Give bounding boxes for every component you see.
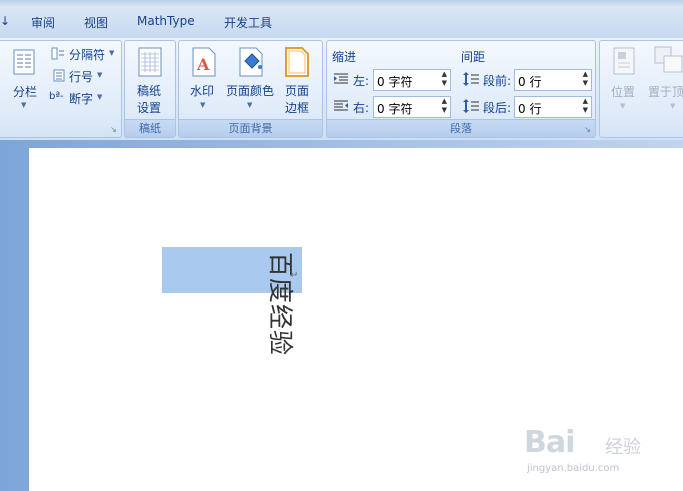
spin-up-icon[interactable]: ▲: [442, 70, 447, 78]
menu-bar: ↓ 审阅 视图 MathType 开发工具: [0, 0, 683, 39]
hyphenation-icon: bª-: [49, 91, 64, 102]
page-color-button[interactable]: 页面颜色: [226, 82, 274, 99]
manuscript-group-label: 稿纸: [125, 119, 175, 137]
watermark-dropdown-icon[interactable]: ▼: [200, 101, 205, 109]
spacing-after-label: 段后:: [483, 101, 512, 115]
page-background-group-label: 页面背景: [179, 119, 322, 137]
tab-view[interactable]: 视图: [84, 14, 108, 31]
columns-dropdown-icon[interactable]: ▼: [21, 101, 26, 109]
paragraph-mark-icon: ↵: [290, 270, 299, 281]
bring-to-front-button[interactable]: 置于顶: [648, 83, 683, 100]
line-numbers-button[interactable]: 行号: [69, 68, 93, 85]
page-color-icon: [239, 47, 263, 77]
spacing-before-input[interactable]: 0 行 ▲ ▼: [514, 69, 592, 91]
watermark-icon: A: [192, 47, 216, 77]
tab-partial[interactable]: ↓: [0, 14, 10, 28]
indent-right-label: 右:: [353, 101, 370, 115]
spin-down-icon[interactable]: ▼: [442, 79, 447, 87]
vertical-text[interactable]: 百度经验: [264, 252, 300, 356]
spin-up-icon[interactable]: ▲: [583, 97, 588, 105]
columns-button[interactable]: 分栏: [13, 83, 37, 100]
bring-to-front-icon: [654, 46, 683, 73]
line-numbers-dropdown-icon[interactable]: ▼: [97, 71, 102, 79]
indent-title: 缩进: [332, 50, 357, 64]
indent-right-value: 0 字符: [377, 102, 413, 116]
bring-to-front-dropdown-icon[interactable]: ▼: [670, 102, 675, 110]
breaks-button[interactable]: 分隔符: [69, 46, 105, 63]
tab-mathtype[interactable]: MathType: [137, 14, 195, 28]
page-setup-launcher-icon[interactable]: ↘: [109, 125, 118, 134]
baidu-watermark-jingyan: 经验: [605, 437, 641, 458]
breaks-dropdown-icon[interactable]: ▼: [109, 49, 114, 57]
columns-icon: [13, 49, 35, 75]
paragraph-launcher-icon[interactable]: ↘: [583, 125, 592, 134]
indent-right-icon: [334, 100, 348, 111]
baidu-watermark-url: jingyan.baidu.com: [527, 463, 620, 474]
spin-up-icon[interactable]: ▲: [583, 70, 588, 78]
manuscript-button-line2[interactable]: 设置: [137, 99, 161, 116]
page-borders-button-line1[interactable]: 页面: [285, 82, 309, 99]
spacing-after-icon: [463, 99, 479, 113]
document-page[interactable]: [29, 148, 683, 491]
spin-down-icon[interactable]: ▼: [442, 106, 447, 114]
svg-text:A: A: [196, 55, 210, 74]
watermark-button[interactable]: 水印: [190, 82, 214, 99]
position-icon: [613, 47, 635, 75]
page-color-dropdown-icon[interactable]: ▼: [247, 101, 252, 109]
title-strip: [0, 0, 683, 6]
spacing-after-value: 0 行: [518, 102, 542, 116]
hyphenation-button[interactable]: 断字: [69, 90, 93, 107]
spacing-title: 间距: [461, 50, 486, 64]
page-borders-button-line2[interactable]: 边框: [285, 99, 309, 116]
spin-down-icon[interactable]: ▼: [583, 106, 588, 114]
indent-left-label: 左:: [353, 74, 370, 88]
baidu-watermark-logo: Bai: [524, 425, 575, 460]
tab-developer[interactable]: 开发工具: [224, 14, 272, 31]
position-button[interactable]: 位置: [611, 83, 635, 100]
breaks-icon: [51, 47, 64, 60]
spin-down-icon[interactable]: ▼: [583, 79, 588, 87]
hyphenation-dropdown-icon[interactable]: ▼: [97, 93, 102, 101]
group-page-background: A 水印 ▼ 页面颜色 ▼ 页面 边框 页面背景: [178, 40, 323, 138]
manuscript-icon: [138, 47, 162, 77]
group-arrange: 位置 ▼ 置于顶 ▼: [599, 40, 683, 138]
line-numbers-icon: [53, 69, 65, 82]
spacing-before-icon: [463, 72, 479, 86]
manuscript-button-line1[interactable]: 稿纸: [137, 82, 161, 99]
indent-left-input[interactable]: 0 字符 ▲ ▼: [373, 69, 451, 91]
indent-right-input[interactable]: 0 字符 ▲ ▼: [373, 96, 451, 118]
ribbon: 分栏 ▼ 分隔符 ▼ 行号 ▼ bª- 断字 ▼ ↘ 稿纸 设置 稿纸 A 水印…: [0, 38, 683, 140]
page-borders-icon: [285, 47, 309, 77]
paragraph-group-label: 段落: [327, 119, 595, 137]
tab-review[interactable]: 审阅: [31, 14, 55, 31]
group-page-setup: 分栏 ▼ 分隔符 ▼ 行号 ▼ bª- 断字 ▼ ↘: [0, 40, 122, 138]
spacing-before-label: 段前:: [483, 74, 512, 88]
group-manuscript: 稿纸 设置 稿纸: [124, 40, 176, 138]
spacing-before-value: 0 行: [518, 75, 542, 89]
indent-left-value: 0 字符: [377, 75, 413, 89]
spacing-after-input[interactable]: 0 行 ▲ ▼: [514, 96, 592, 118]
group-paragraph: 缩进 左: 0 字符 ▲ ▼ 右: 0 字符 ▲ ▼ 间距 段前: 0 行 ▲ …: [326, 40, 596, 138]
indent-left-icon: [334, 73, 348, 84]
spin-up-icon[interactable]: ▲: [442, 97, 447, 105]
position-dropdown-icon[interactable]: ▼: [620, 102, 625, 110]
